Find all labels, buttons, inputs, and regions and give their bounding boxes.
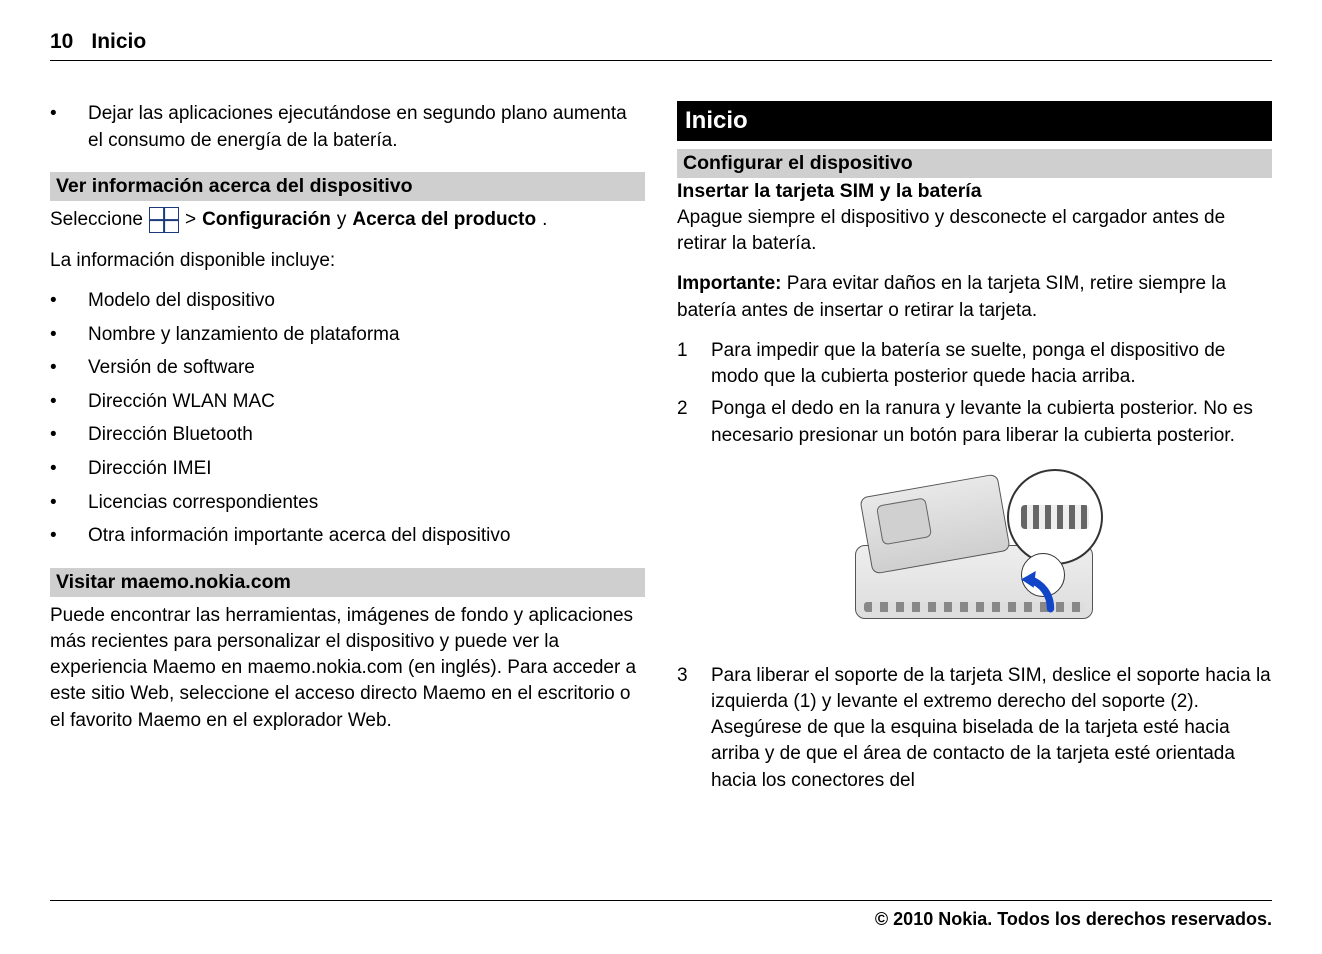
intro-bullet-text: Dejar las aplicaciones ejecutándose en s… <box>88 101 645 154</box>
steps-list: 1 Para impedir que la batería se suelte,… <box>677 338 1272 449</box>
step-text: Para impedir que la batería se suelte, p… <box>711 338 1272 390</box>
step-number: 2 <box>677 396 695 448</box>
lift-arrow-icon <box>1019 571 1061 613</box>
step-item: 2 Ponga el dedo en la ranura y levante l… <box>677 396 1272 448</box>
list-item-text: Dirección IMEI <box>88 456 212 483</box>
important-label: Importante: <box>677 273 782 294</box>
bullet-dot: • <box>50 355 60 382</box>
intro-bullet: • Dejar las aplicaciones ejecutándose en… <box>50 101 645 154</box>
info-list: • Modelo del dispositivo • Nombre y lanzam… <box>50 288 645 550</box>
page-number: 10 <box>50 30 73 54</box>
bullet-dot: • <box>50 101 60 154</box>
device-illustration <box>845 467 1105 637</box>
zoom-detail-circle <box>1007 469 1103 565</box>
maemo-body: Puede encontrar las herramientas, imágen… <box>50 603 645 734</box>
list-item: • Dirección IMEI <box>50 456 645 483</box>
bullet-dot: • <box>50 422 60 449</box>
section-heading-maemo: Visitar maemo.nokia.com <box>50 568 645 597</box>
list-item-text: Licencias correspondientes <box>88 490 318 517</box>
section-heading-setup: Configurar el dispositivo <box>677 149 1272 178</box>
step-number: 3 <box>677 663 695 794</box>
step-text: Ponga el dedo en la ranura y levante la … <box>711 396 1272 448</box>
list-item: • Licencias correspondientes <box>50 490 645 517</box>
step-number: 1 <box>677 338 695 390</box>
info-includes-line: La información disponible incluye: <box>50 248 645 274</box>
bullet-dot: • <box>50 523 60 550</box>
page-header: 10 Inicio <box>50 30 1272 61</box>
list-item: • Dirección Bluetooth <box>50 422 645 449</box>
select-period: . <box>542 207 547 234</box>
list-item-text: Nombre y lanzamiento de plataforma <box>88 322 400 349</box>
copyright-footer: © 2010 Nokia. Todos los derechos reserva… <box>50 900 1272 930</box>
section-heading-device-info: Ver información acerca del dispositivo <box>50 172 645 201</box>
list-item-text: Otra información importante acerca del d… <box>88 523 510 550</box>
bullet-dot: • <box>50 456 60 483</box>
bullet-dot: • <box>50 490 60 517</box>
bullet-dot: • <box>50 288 60 315</box>
list-item-text: Modelo del dispositivo <box>88 288 275 315</box>
list-item: • Nombre y lanzamiento de plataforma <box>50 322 645 349</box>
chapter-title-bar: Inicio <box>677 101 1272 141</box>
apps-grid-icon <box>149 207 179 233</box>
select-about-product: Acerca del producto <box>352 207 536 234</box>
header-title: Inicio <box>91 30 146 54</box>
step-item: 1 Para impedir que la batería se suelte,… <box>677 338 1272 390</box>
list-item: • Modelo del dispositivo <box>50 288 645 315</box>
select-instruction: Seleccione > Configuración y Acerca del … <box>50 207 645 234</box>
bullet-dot: • <box>50 389 60 416</box>
select-prefix: Seleccione <box>50 207 143 234</box>
list-item: • Versión de software <box>50 355 645 382</box>
list-item-text: Dirección WLAN MAC <box>88 389 275 416</box>
list-item: • Dirección WLAN MAC <box>50 389 645 416</box>
important-note: Importante: Para evitar daños en la tarj… <box>677 271 1272 323</box>
power-off-warning: Apague siempre el dispositivo y desconec… <box>677 205 1272 257</box>
list-item-text: Versión de software <box>88 355 255 382</box>
list-item-text: Dirección Bluetooth <box>88 422 253 449</box>
subsection-insert-sim: Insertar la tarjeta SIM y la batería <box>677 180 1272 203</box>
list-item: • Otra información importante acerca del … <box>50 523 645 550</box>
select-and: y <box>337 207 347 234</box>
select-configuration: Configuración <box>202 207 331 234</box>
step-text: Para liberar el soporte de la tarjeta SI… <box>711 663 1272 794</box>
left-column: • Dejar las aplicaciones ejecutándose en… <box>50 101 645 800</box>
step-item: 3 Para liberar el soporte de la tarjeta … <box>677 663 1272 794</box>
right-column: Inicio Configurar el dispositivo Inserta… <box>677 101 1272 800</box>
bullet-dot: • <box>50 322 60 349</box>
select-gt: > <box>185 207 196 234</box>
